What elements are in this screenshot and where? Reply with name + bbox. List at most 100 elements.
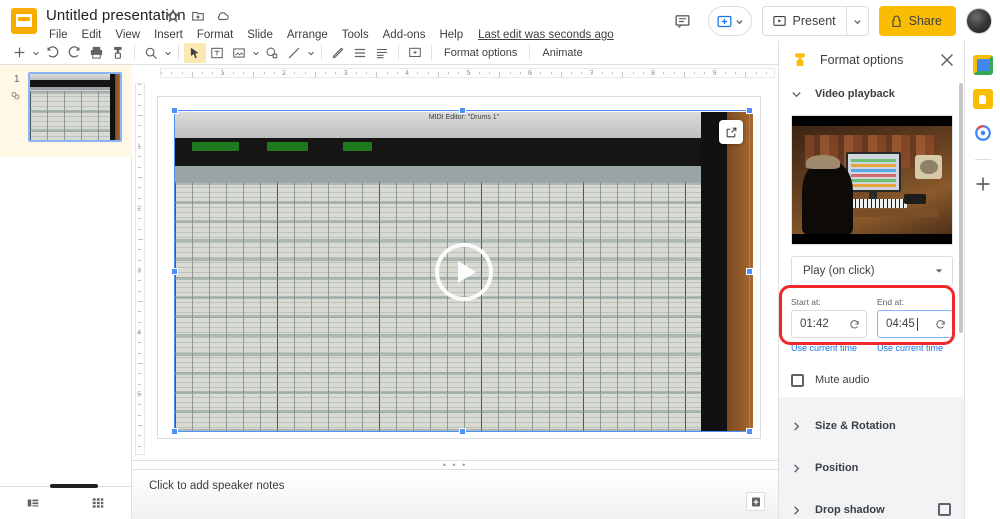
share-button[interactable]: Share [878, 6, 956, 36]
google-maps-icon[interactable] [972, 123, 993, 143]
start-at-input[interactable]: 01:42 [791, 310, 867, 338]
image-icon[interactable] [228, 43, 250, 63]
chevron-down-icon [791, 89, 802, 100]
redo-icon[interactable] [63, 43, 85, 63]
drop-shadow-label: Drop shadow [815, 504, 885, 516]
line-spacing-icon[interactable] [371, 43, 393, 63]
section-size-rotation[interactable]: Size & Rotation [779, 405, 964, 447]
start-at-group: Start at: 01:42 Use current time [791, 297, 867, 353]
slides-logo-icon[interactable] [11, 8, 37, 34]
print-icon[interactable] [85, 43, 107, 63]
speaker-notes-placeholder[interactable]: Click to add speaker notes [149, 480, 285, 492]
vertical-ruler[interactable]: 1 2 3 4 5 [132, 80, 147, 458]
video-object[interactable]: MIDI Editor: "Drums 1" [175, 112, 753, 432]
textbox-icon[interactable] [206, 43, 228, 63]
add-note-icon[interactable] [746, 492, 765, 511]
grid-view-icon[interactable] [66, 487, 132, 519]
present-button[interactable]: Present [761, 6, 869, 36]
zoom-caret[interactable] [162, 43, 173, 63]
filmstrip-view-icon[interactable] [0, 487, 66, 519]
toolbar: Format options Animate [0, 41, 778, 65]
close-icon[interactable] [939, 52, 955, 68]
section-drop-shadow[interactable]: Drop shadow [779, 489, 964, 519]
new-slide-icon[interactable] [8, 43, 30, 63]
horizontal-ruler[interactable]: 1 2 3 4 5 6 7 8 9 [157, 65, 778, 80]
start-at-label: Start at: [791, 297, 821, 307]
video-playback-card: Video playback Play (on click) Start at:… [779, 79, 964, 397]
start-reset-icon[interactable] [849, 319, 860, 330]
end-at-group: End at: 04:45 Use current time [877, 297, 953, 353]
top-bar: Untitled presentation File Edit View Ins… [0, 0, 1000, 41]
image-caret[interactable] [250, 43, 261, 63]
pen-icon[interactable] [327, 43, 349, 63]
end-use-current-time[interactable]: Use current time [877, 343, 953, 353]
ruler-tick-label: 3 [137, 265, 142, 275]
format-panel-scrollbar[interactable] [959, 83, 963, 333]
add-addon-icon[interactable] [973, 174, 993, 194]
shape-icon[interactable] [261, 43, 283, 63]
page-title[interactable]: Untitled presentation [46, 7, 186, 24]
ruler-tick-label: 4 [137, 327, 142, 337]
ruler-tick-label: 5 [137, 389, 142, 399]
position-label: Position [815, 462, 859, 474]
last-edit-status[interactable]: Last edit was seconds ago [478, 29, 614, 41]
end-at-input[interactable]: 04:45 [877, 310, 953, 338]
ruler-tick-label: 3 [343, 68, 348, 77]
speaker-notes-pane[interactable]: Click to add speaker notes [132, 469, 778, 519]
present-label: Present [792, 14, 836, 28]
ruler-tick-label: 9 [712, 68, 717, 77]
line-icon[interactable] [283, 43, 305, 63]
section-position[interactable]: Position [779, 447, 964, 489]
toolbar-animate-button[interactable]: Animate [535, 44, 589, 62]
title-action-icons [166, 9, 230, 23]
start-use-current-time[interactable]: Use current time [791, 343, 867, 353]
zoom-icon[interactable] [140, 43, 162, 63]
format-brush-icon [792, 52, 808, 68]
mute-audio-row[interactable]: Mute audio [779, 363, 964, 397]
google-tasks-icon[interactable] [972, 89, 993, 109]
video-playback-section-header[interactable]: Video playback [779, 79, 964, 109]
format-options-body[interactable]: Video playback Play (on click) Start at:… [779, 79, 964, 519]
move-to-folder-icon[interactable] [191, 9, 205, 23]
ruler-tick-label: 1 [137, 141, 142, 151]
google-keep-icon[interactable] [972, 55, 993, 75]
play-mode-select[interactable]: Play (on click) [791, 256, 953, 286]
video-playback-label: Video playback [815, 88, 895, 100]
share-label: Share [908, 14, 942, 28]
format-options-title: Format options [820, 53, 904, 67]
align-icon[interactable] [349, 43, 371, 63]
open-in-new-icon[interactable] [719, 120, 743, 144]
side-rail [964, 41, 1000, 519]
notes-splitter[interactable]: • • • [132, 460, 778, 470]
filmstrip-scrollbar[interactable] [50, 484, 98, 488]
cloud-saved-icon[interactable] [216, 9, 230, 23]
present-icon [772, 15, 786, 26]
present-dropdown-caret[interactable] [847, 7, 868, 35]
end-at-label: End at: [877, 297, 904, 307]
start-at-value: 01:42 [800, 318, 829, 330]
checkbox-unchecked-icon[interactable] [791, 373, 804, 387]
drop-shadow-checkbox[interactable] [938, 503, 951, 516]
new-slide-caret[interactable] [30, 43, 41, 63]
toolbar-format-options-button[interactable]: Format options [437, 44, 524, 62]
slide-thumbnail[interactable] [28, 72, 122, 142]
chevron-right-icon [791, 421, 802, 432]
slide-filmstrip[interactable]: 1 [0, 65, 132, 486]
paint-format-icon[interactable] [107, 43, 129, 63]
undo-icon[interactable] [41, 43, 63, 63]
star-icon[interactable] [166, 9, 180, 23]
play-button-icon[interactable] [435, 243, 493, 301]
slide-canvas[interactable]: MIDI Editor: "Drums 1" [157, 96, 761, 439]
end-reset-icon[interactable] [935, 319, 946, 330]
comment-icon[interactable] [404, 43, 426, 63]
ruler-tick-label: 6 [527, 68, 533, 77]
line-caret[interactable] [305, 43, 316, 63]
list-item[interactable]: 1 [0, 65, 132, 157]
format-options-header: Format options [779, 41, 964, 79]
comment-history-icon[interactable] [668, 6, 698, 36]
select-icon[interactable] [184, 42, 206, 63]
video-thumbnail[interactable] [791, 115, 953, 245]
avatar[interactable] [966, 8, 992, 34]
present-to-meeting-button[interactable] [707, 6, 752, 36]
lock-icon [892, 15, 901, 27]
